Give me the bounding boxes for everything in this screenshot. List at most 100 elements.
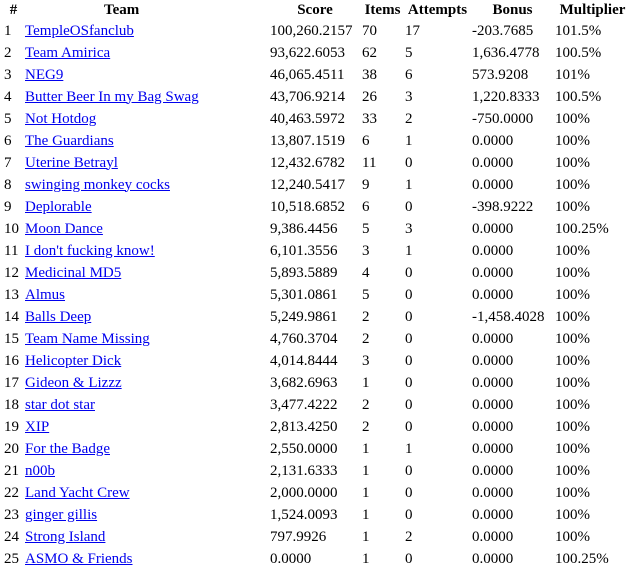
- bonus-cell: 0.0000: [472, 242, 514, 259]
- team-link[interactable]: Deplorable: [25, 199, 92, 215]
- bonus-cell: 0.0000: [472, 330, 514, 347]
- header-multiplier: Multiplier: [559, 1, 626, 18]
- rank-cell: 23: [4, 506, 19, 523]
- table-row: 15 Team Name Missing 4,760.3704 2 0 0.0000 100…: [3, 328, 631, 350]
- team-cell: ginger gillis: [24, 504, 269, 526]
- score-cell: 100,260.2157: [270, 22, 353, 39]
- team-link[interactable]: Team Amirica: [25, 45, 110, 61]
- team-cell: I don't fucking know!: [24, 240, 269, 262]
- multiplier-cell: 100.25%: [555, 220, 609, 237]
- table-row: 9 Deplorable 10,518.6852 6 0 -398.9222 100%: [3, 196, 631, 218]
- table-row: 21 n00b 2,131.6333 1 0 0.0000 100%: [3, 460, 631, 482]
- table-row: 2 Team Amirica 93,622.6053 62 5 1,636.4778 100…: [3, 42, 631, 64]
- items-cell: 1: [362, 440, 370, 457]
- multiplier-cell: 100%: [555, 506, 590, 523]
- header-rank: #: [9, 1, 18, 18]
- score-cell: 2,813.4250: [270, 418, 338, 435]
- items-cell: 70: [362, 22, 377, 39]
- team-link[interactable]: ginger gillis: [25, 507, 97, 523]
- team-cell: The Guardians: [24, 130, 269, 152]
- team-link[interactable]: Moon Dance: [25, 221, 103, 237]
- team-link[interactable]: swinging monkey cocks: [25, 177, 170, 193]
- team-cell: For the Badge: [24, 438, 269, 460]
- team-link[interactable]: The Guardians: [25, 133, 114, 149]
- team-link[interactable]: Almus: [25, 287, 65, 303]
- bonus-cell: 0.0000: [472, 462, 514, 479]
- team-link[interactable]: Land Yacht Crew: [25, 485, 130, 501]
- table-row: 24 Strong Island 797.9926 1 2 0.0000 100%: [3, 526, 631, 548]
- attempts-cell: 0: [405, 286, 413, 303]
- multiplier-cell: 100%: [555, 418, 590, 435]
- header-score: Score: [297, 1, 333, 18]
- rank-cell: 24: [4, 528, 19, 545]
- items-cell: 2: [362, 308, 370, 325]
- multiplier-cell: 100%: [555, 264, 590, 281]
- rank-cell: 7: [4, 154, 12, 171]
- table-row: 1 TempleOSfanclub 100,260.2157 70 17 -203.768…: [3, 20, 631, 42]
- multiplier-cell: 100%: [555, 440, 590, 457]
- team-link[interactable]: Butter Beer In my Bag Swag: [25, 89, 199, 105]
- multiplier-cell: 100%: [555, 484, 590, 501]
- rank-cell: 5: [4, 110, 12, 127]
- team-link[interactable]: I don't fucking know!: [25, 243, 155, 259]
- team-cell: TempleOSfanclub: [24, 20, 269, 42]
- header-team: Team: [104, 1, 140, 18]
- items-cell: 5: [362, 220, 370, 237]
- score-cell: 9,386.4456: [270, 220, 338, 237]
- team-link[interactable]: XIP: [25, 419, 49, 435]
- team-link[interactable]: n00b: [25, 463, 55, 479]
- score-cell: 3,682.6963: [270, 374, 338, 391]
- attempts-cell: 1: [405, 242, 413, 259]
- attempts-cell: 3: [405, 88, 413, 105]
- attempts-cell: 2: [405, 528, 413, 545]
- score-cell: 2,131.6333: [270, 462, 338, 479]
- attempts-cell: 0: [405, 550, 413, 567]
- attempts-cell: 0: [405, 374, 413, 391]
- table-row: 4 Butter Beer In my Bag Swag 43,706.9214 26…: [3, 86, 631, 108]
- items-cell: 1: [362, 484, 370, 501]
- items-cell: 2: [362, 418, 370, 435]
- table-row: 25 ASMO & Friends 0.0000 1 0 0.0000 100.25%: [3, 548, 631, 570]
- bonus-cell: 0.0000: [472, 154, 514, 171]
- multiplier-cell: 100%: [555, 154, 590, 171]
- team-link[interactable]: Uterine Betrayl: [25, 155, 118, 171]
- bonus-cell: -398.9222: [472, 198, 534, 215]
- team-link[interactable]: Team Name Missing: [25, 331, 150, 347]
- team-link[interactable]: Balls Deep: [25, 309, 91, 325]
- team-cell: Gideon & Lizzz: [24, 372, 269, 394]
- rank-cell: 21: [4, 462, 19, 479]
- team-link[interactable]: ASMO & Friends: [25, 551, 133, 567]
- attempts-cell: 5: [405, 44, 413, 61]
- bonus-cell: 1,220.8333: [472, 88, 540, 105]
- header-items: Items: [364, 1, 401, 18]
- score-cell: 797.9926: [270, 528, 327, 545]
- team-link[interactable]: For the Badge: [25, 441, 110, 457]
- table-row: 8 swinging monkey cocks 12,240.5417 9 1 0.000…: [3, 174, 631, 196]
- team-link[interactable]: Strong Island: [25, 529, 105, 545]
- team-cell: swinging monkey cocks: [24, 174, 269, 196]
- team-link[interactable]: TempleOSfanclub: [25, 23, 134, 39]
- attempts-cell: 1: [405, 440, 413, 457]
- team-link[interactable]: star dot star: [25, 397, 95, 413]
- rank-cell: 6: [4, 132, 12, 149]
- team-link[interactable]: NEG9: [25, 67, 63, 83]
- multiplier-cell: 101%: [555, 66, 590, 83]
- bonus-cell: 0.0000: [472, 418, 514, 435]
- attempts-cell: 0: [405, 264, 413, 281]
- bonus-cell: 0.0000: [472, 374, 514, 391]
- team-link[interactable]: Not Hotdog: [25, 111, 96, 127]
- items-cell: 1: [362, 374, 370, 391]
- multiplier-cell: 100%: [555, 242, 590, 259]
- team-cell: Butter Beer In my Bag Swag: [24, 86, 269, 108]
- score-cell: 13,807.1519: [270, 132, 345, 149]
- table-row: 23 ginger gillis 1,524.0093 1 0 0.0000 100%: [3, 504, 631, 526]
- rank-cell: 1: [4, 22, 12, 39]
- team-cell: Team Name Missing: [24, 328, 269, 350]
- team-link[interactable]: Medicinal MD5: [25, 265, 121, 281]
- team-link[interactable]: Helicopter Dick: [25, 353, 121, 369]
- team-link[interactable]: Gideon & Lizzz: [25, 375, 122, 391]
- bonus-cell: 0.0000: [472, 286, 514, 303]
- items-cell: 1: [362, 550, 370, 567]
- score-cell: 4,014.8444: [270, 352, 338, 369]
- bonus-cell: -750.0000: [472, 110, 534, 127]
